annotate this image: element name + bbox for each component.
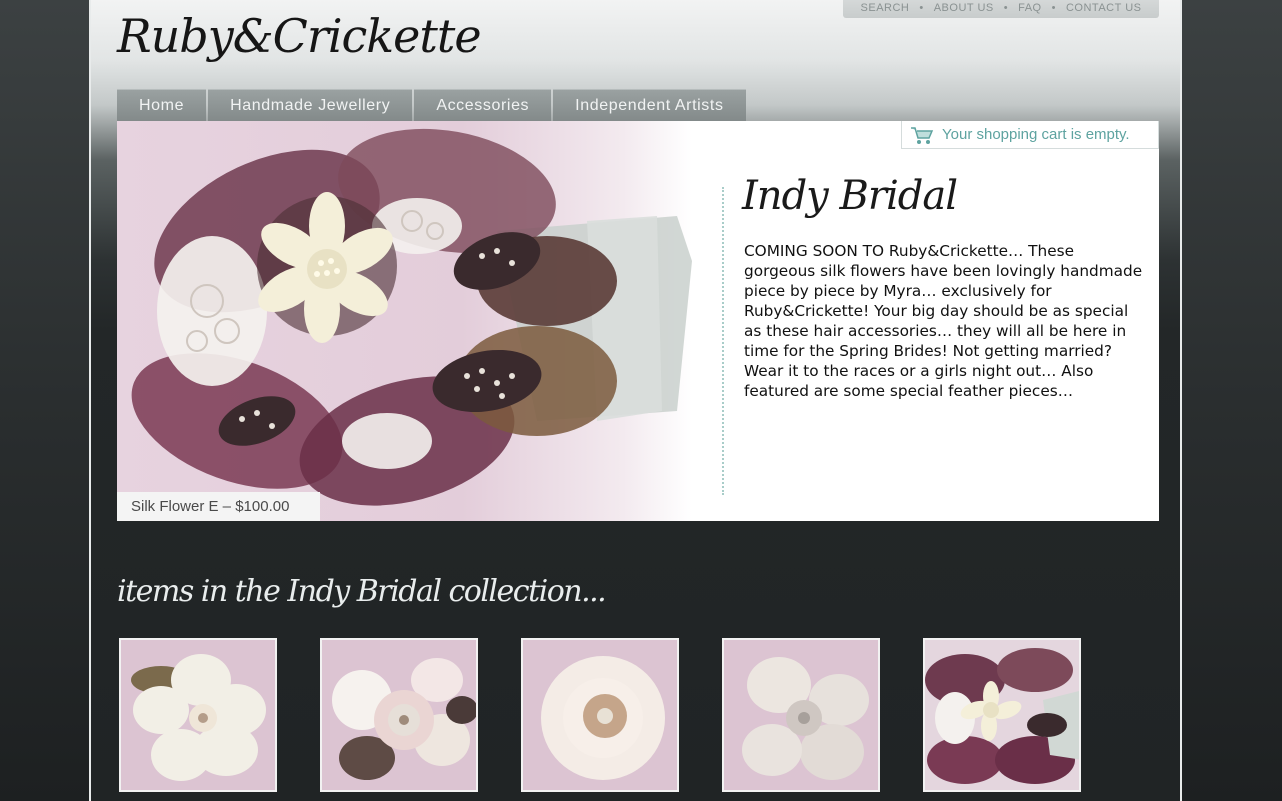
cart-status-text: Your shopping cart is empty. [942,126,1130,143]
collection-thumbnail-3[interactable] [521,638,679,792]
collection-thumbnails [119,638,1081,792]
utility-link-search[interactable]: SEARCH [861,2,910,14]
main-nav: Home Handmade Jewellery Accessories Inde… [117,89,746,121]
site-logo[interactable]: Ruby&Crickette [117,0,482,72]
collection-thumbnail-1[interactable] [119,638,277,792]
featured-description: COMING SOON TO Ruby&Crickette… These gor… [744,242,1143,400]
featured-product-image[interactable]: Silk Flower E – $100.00 [117,121,692,521]
silk-flower-photo [131,128,692,506]
dotted-divider [722,187,724,495]
utility-nav: SEARCH • ABOUT US • FAQ • CONTACT US [843,0,1159,18]
utility-link-about-us[interactable]: ABOUT US [934,2,994,14]
window-frame-right [1182,0,1282,801]
utility-separator: • [919,2,924,14]
page: Ruby&Crickette SEARCH • ABOUT US • FAQ •… [89,0,1182,801]
nav-tab-handmade-jewellery[interactable]: Handmade Jewellery [208,89,413,121]
utility-link-faq[interactable]: FAQ [1018,2,1042,14]
window-frame-left [0,0,89,801]
nav-tab-independent-artists[interactable]: Independent Artists [553,89,746,121]
utility-link-contact-us[interactable]: CONTACT US [1066,2,1142,14]
collection-thumbnail-2[interactable] [320,638,478,792]
shopping-cart-status[interactable]: Your shopping cart is empty. [901,121,1159,149]
utility-separator: • [1003,2,1009,14]
utility-separator: • [1051,2,1056,14]
collection-heading: items in the Indy Bridal collection... [117,574,607,609]
collection-thumbnail-5[interactable] [923,638,1081,792]
featured-panel: Silk Flower E – $100.00 Your shopping ca… [117,121,1159,521]
nav-tab-accessories[interactable]: Accessories [414,89,552,121]
shopping-cart-icon [910,125,934,145]
featured-product-caption[interactable]: Silk Flower E – $100.00 [117,492,320,521]
collection-thumbnail-4[interactable] [722,638,880,792]
nav-tab-home[interactable]: Home [117,89,207,121]
featured-title: Indy Bridal [742,173,958,219]
